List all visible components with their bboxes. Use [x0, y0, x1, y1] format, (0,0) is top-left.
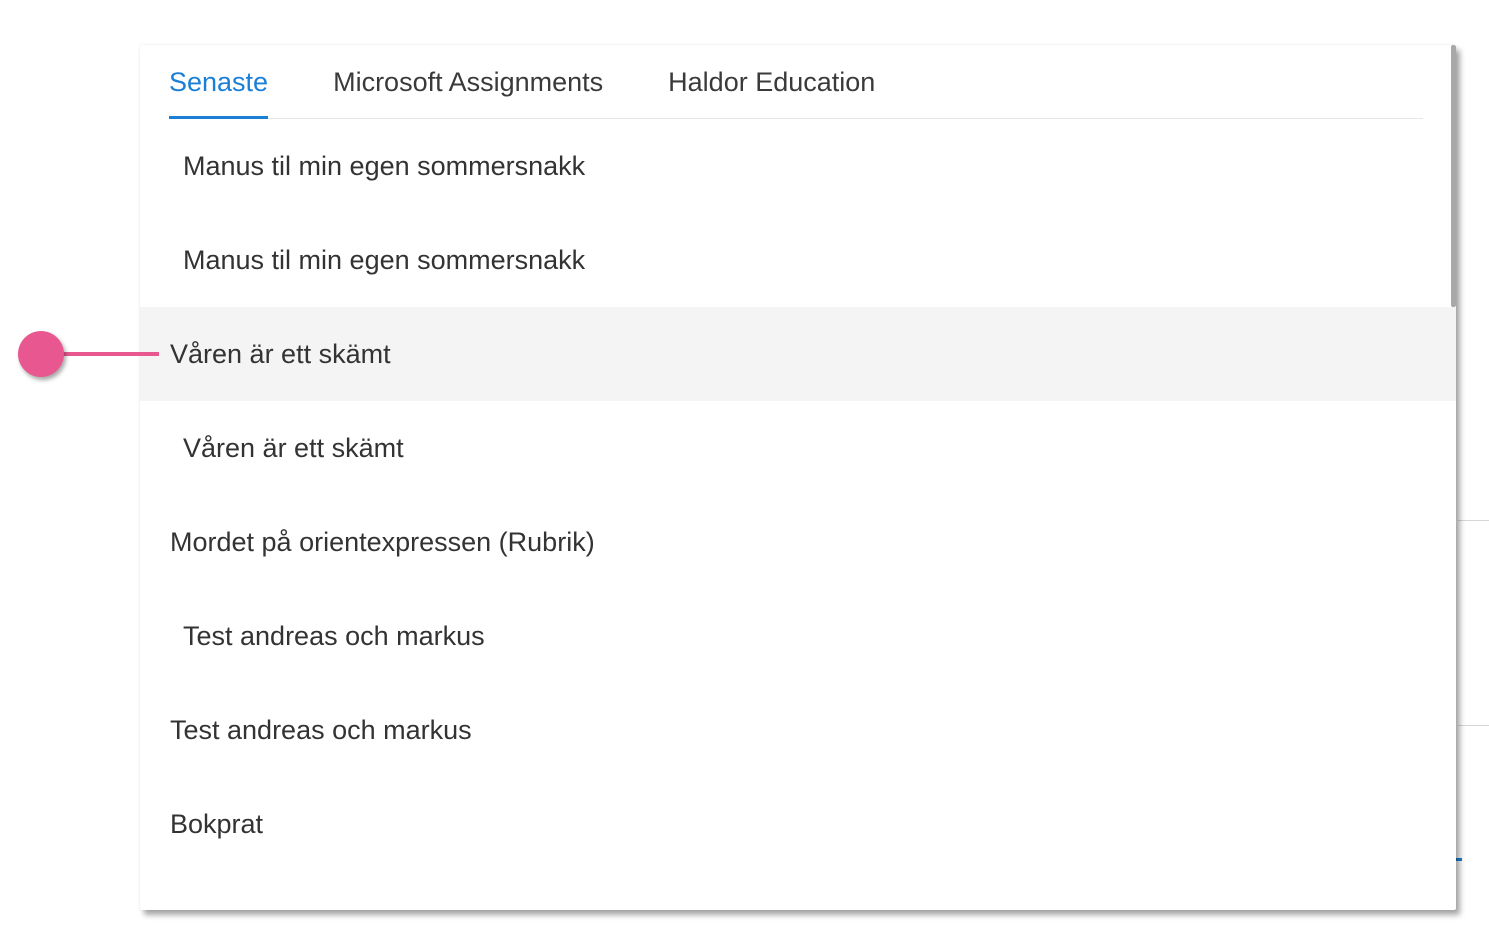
tab-haldor-education[interactable]: Haldor Education — [668, 45, 875, 118]
list-item[interactable]: Våren är ett skämt — [140, 401, 1456, 495]
list-item[interactable]: Mordet på orientexpressen (Rubrik) — [140, 495, 1456, 589]
list-item-label: Manus til min egen sommersnakk — [183, 244, 586, 275]
list-item-label: Våren är ett skämt — [183, 432, 404, 463]
tab-bar: Senaste Microsoft Assignments Haldor Edu… — [169, 45, 1423, 119]
scrollbar-thumb[interactable] — [1451, 45, 1456, 307]
screen: Senaste Microsoft Assignments Haldor Edu… — [0, 0, 1489, 939]
list-item-label: Test andreas och markus — [170, 714, 472, 745]
list-item-label: Manus til min egen sommersnakk — [183, 150, 586, 181]
tab-senaste[interactable]: Senaste — [169, 45, 269, 119]
callout-line — [58, 352, 159, 356]
list-item-label: Bokprat — [170, 808, 264, 839]
callout-pointer — [18, 331, 160, 377]
list-item[interactable]: Test andreas och markus — [140, 589, 1456, 683]
list-item[interactable]: Test andreas och markus — [140, 683, 1456, 777]
tab-microsoft-assignments[interactable]: Microsoft Assignments — [333, 45, 603, 118]
background-accent-bar — [1456, 858, 1462, 861]
background-divider — [1458, 520, 1489, 521]
list-item[interactable]: Bokprat — [140, 777, 1456, 871]
assignment-list: Manus til min egen sommersnakk Manus til… — [140, 119, 1456, 871]
background-divider — [1458, 725, 1489, 726]
list-item[interactable]: Manus til min egen sommersnakk — [140, 213, 1456, 307]
list-item-label: Test andreas och markus — [183, 620, 485, 651]
list-item[interactable]: Manus til min egen sommersnakk — [140, 119, 1456, 213]
list-item-label: Mordet på orientexpressen (Rubrik) — [170, 526, 595, 557]
list-item-label: Våren är ett skämt — [170, 338, 391, 369]
list-item-hovered[interactable]: Våren är ett skämt — [140, 307, 1456, 401]
assignment-picker-popup: Senaste Microsoft Assignments Haldor Edu… — [140, 45, 1456, 910]
callout-dot-icon — [18, 331, 64, 377]
